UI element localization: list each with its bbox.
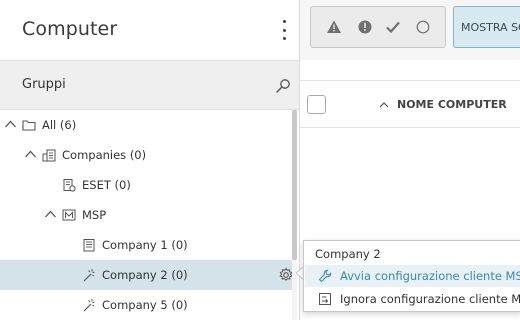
left-panel: Computer Gruppi All (6) Companies (0) ES…: [0, 0, 299, 320]
circle-icon[interactable]: [415, 19, 431, 35]
skip-icon: [319, 293, 331, 305]
alert-icon[interactable]: [357, 19, 373, 35]
companies-icon: [42, 149, 56, 162]
table-header: NOME COMPUTER: [300, 80, 520, 128]
tree-item-label: ESET (0): [82, 178, 131, 192]
tree-item-label: Companies (0): [62, 148, 147, 162]
chevron-up-icon[interactable]: [44, 208, 57, 221]
tree-item-label: MSP: [82, 208, 107, 222]
wand-icon: [83, 299, 95, 312]
more-options-icon[interactable]: [278, 20, 290, 40]
show-subgroups-button[interactable]: MOSTRA SO: [453, 6, 520, 48]
tree-item-label: Company 5 (0): [102, 298, 188, 312]
chevron-up-icon[interactable]: [4, 118, 17, 131]
panel-title: Computer: [22, 18, 118, 40]
scrollbar-thumb[interactable]: [292, 110, 297, 260]
company-icon: [63, 179, 76, 192]
tree-item-company-1[interactable]: Company 1 (0): [0, 230, 292, 260]
tree-item-msp[interactable]: MSP: [0, 200, 292, 230]
tree-item-eset[interactable]: ESET (0): [0, 170, 292, 200]
wand-icon: [83, 269, 95, 282]
tree-item-companies[interactable]: Companies (0): [0, 140, 292, 170]
tree-item-label: Company 2 (0): [102, 268, 188, 282]
tree-item-company-2[interactable]: Company 2 (0): [0, 260, 293, 290]
menu-item-label: Avvia configurazione cliente MSP: [340, 269, 520, 283]
menu-item-skip-msp-setup[interactable]: Ignora configurazione cliente MSP: [305, 288, 520, 310]
groups-label: Gruppi: [22, 77, 66, 92]
tree-item-company-5[interactable]: Company 5 (0): [0, 290, 292, 320]
check-icon[interactable]: [385, 19, 401, 35]
wrench-icon: [318, 269, 332, 283]
building-icon: [83, 239, 95, 252]
context-menu-title: Company 2: [315, 247, 381, 261]
search-icon[interactable]: [275, 78, 291, 94]
folder-icon: [22, 120, 36, 131]
menu-item-start-msp-setup[interactable]: Avvia configurazione cliente MSP: [305, 265, 520, 287]
filter-toolbar: MOSTRA SO: [300, 0, 520, 60]
context-menu: Company 2 Avvia configurazione cliente M…: [303, 240, 520, 312]
msp-icon: [62, 209, 76, 221]
tree-item-all[interactable]: All (6): [0, 110, 292, 140]
menu-item-label: Ignora configurazione cliente MSP: [340, 292, 520, 306]
select-all-checkbox[interactable]: [307, 95, 326, 114]
group-tree: All (6) Companies (0) ESET (0) MSP Compa…: [0, 110, 293, 320]
sort-ascending-icon[interactable]: [378, 99, 390, 111]
groups-bar: Gruppi: [0, 60, 299, 110]
column-header-computer-name[interactable]: NOME COMPUTER: [397, 98, 507, 111]
warning-icon[interactable]: [326, 19, 342, 35]
tree-item-label: All (6): [42, 118, 77, 132]
chevron-up-icon[interactable]: [24, 148, 37, 161]
tree-scrollbar[interactable]: [292, 110, 297, 320]
tree-item-label: Company 1 (0): [102, 238, 188, 252]
status-filter-group: [310, 6, 446, 48]
